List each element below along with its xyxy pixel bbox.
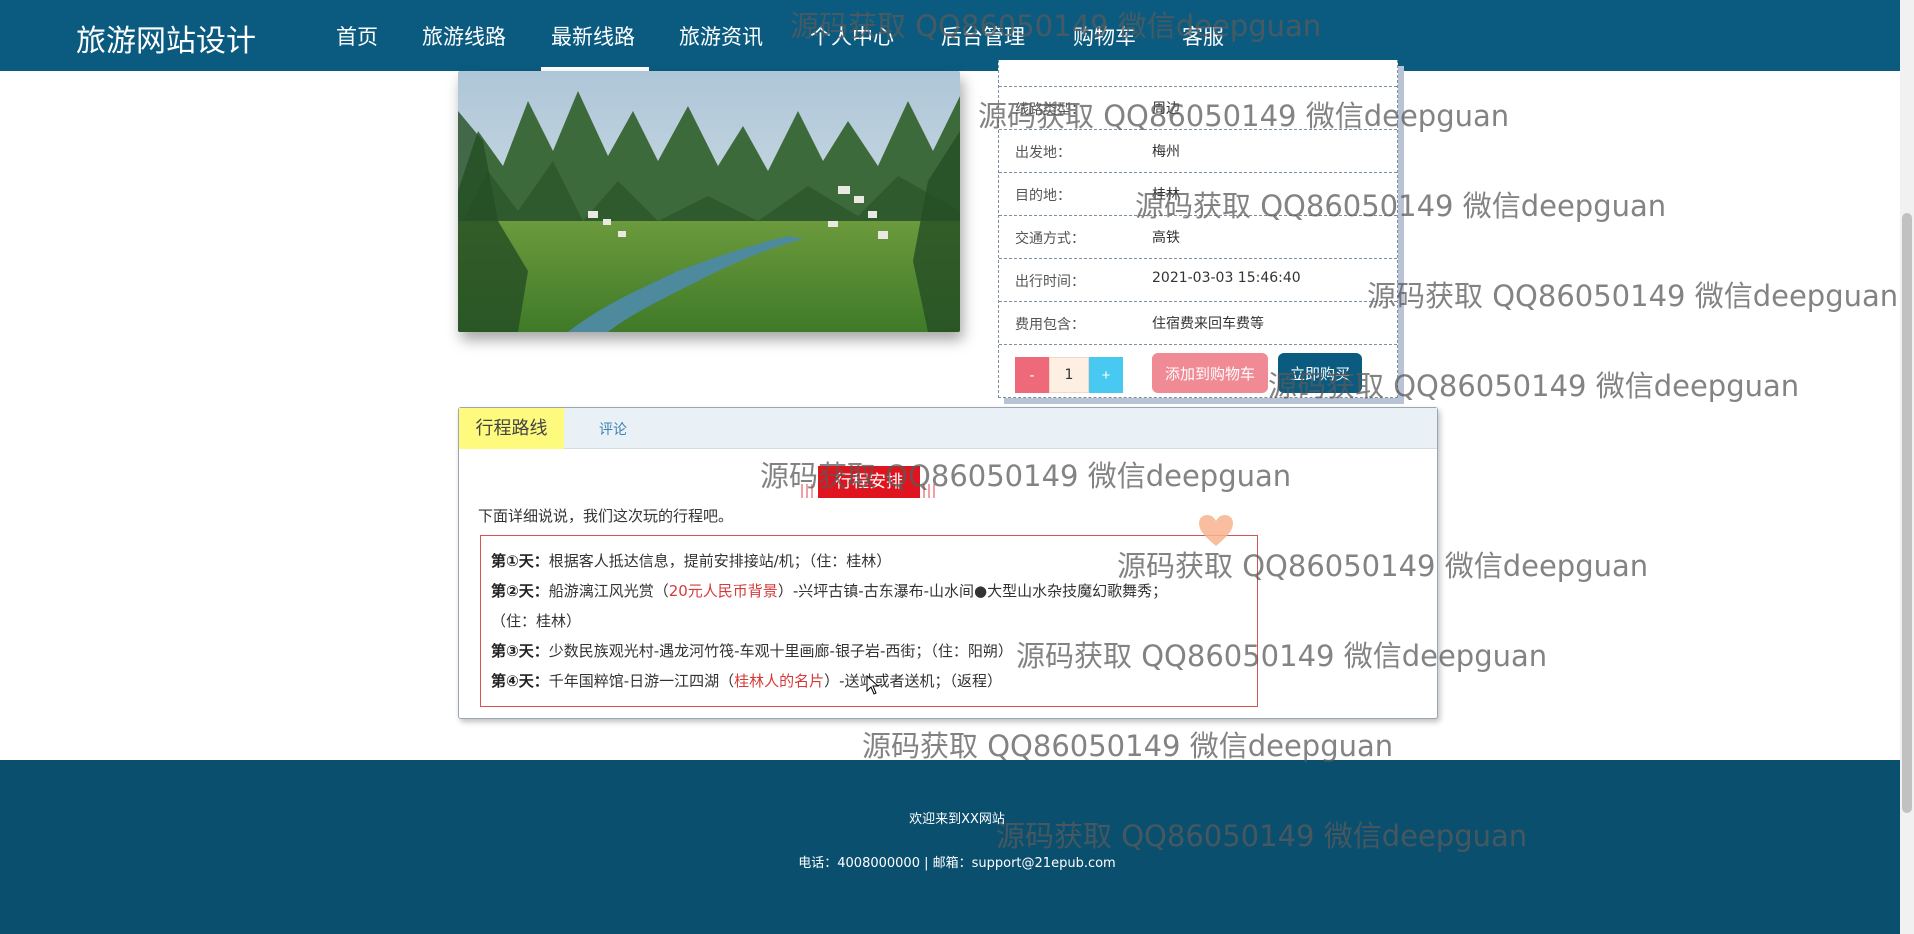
tab-route[interactable]: 行程路线 (459, 408, 564, 449)
info-value: 桂林 (1152, 187, 1180, 203)
info-value: 住宿费来回车费等 (1152, 316, 1264, 332)
itinerary-day-2-stay: （住：桂林） (491, 610, 581, 631)
buy-now-button[interactable]: 立即购买 (1278, 353, 1362, 393)
nav-home[interactable]: 首页 (336, 21, 378, 51)
info-row-fee: 费用包含： 住宿费来回车费等 (999, 301, 1397, 344)
nav-personal-center[interactable]: 个人中心 (810, 21, 894, 51)
info-row-type: 线路类型： 周边 (999, 86, 1397, 129)
day-text: 少数民族观光村-遇龙河竹筏-车观十里画廊-银子岩-西街；（住：阳朔） (548, 642, 1013, 660)
nav-cart[interactable]: 购物车 (1073, 21, 1136, 51)
watermark: 源码获取 QQ86050149 微信deepguan (862, 729, 1394, 763)
day-text: 船游漓江风光赏（ (548, 582, 669, 600)
day-label: 第②天： (491, 582, 549, 600)
quantity-decrease-button[interactable]: - (1015, 357, 1049, 393)
day-label: 第①天： (491, 552, 549, 570)
watermark: 源码获取 QQ86050149 微信deepguan (1367, 279, 1899, 313)
quantity-input[interactable] (1049, 357, 1089, 393)
footer: 欢迎来到XX网站 电话：4008000000 | 邮箱：support@21ep… (0, 760, 1900, 934)
purchase-row: - + 添加到购物车 立即购买 (999, 344, 1397, 397)
day-text: 根据客人抵达信息，提前安排接站/机；（住：桂林） (548, 552, 892, 570)
nav-latest-routes[interactable]: 最新线路 (551, 21, 635, 51)
info-row-destination: 目的地： 桂林 (999, 172, 1397, 215)
info-row-transport: 交通方式： 高铁 (999, 215, 1397, 258)
nav-travel-news[interactable]: 旅游资讯 (679, 21, 763, 51)
route-photo (458, 71, 960, 332)
add-to-cart-button[interactable]: 添加到购物车 (1152, 353, 1268, 393)
tab-bar: 行程路线 评论 (459, 408, 1437, 449)
itinerary-day-1: 第①天：根据客人抵达信息，提前安排接站/机；（住：桂林） (491, 550, 891, 571)
info-value: 梅州 (1152, 144, 1180, 160)
itinerary-day-2: 第②天：船游漓江风光赏（20元人民币背景）-兴坪古镇-古东瀑布-山水间●大型山水… (491, 580, 1167, 601)
info-value: 2021-03-03 15:46:40 (1152, 270, 1301, 286)
nav-admin[interactable]: 后台管理 (941, 21, 1025, 51)
day-text: ）-送站或者送机；（返程） (824, 672, 1003, 690)
quantity-increase-button[interactable]: + (1089, 357, 1123, 393)
title-decoration (801, 484, 815, 498)
info-value: 周边 (1152, 101, 1180, 117)
info-label: 目的地： (1015, 188, 1071, 204)
route-info-table: 线路类型： 周边 出发地： 梅州 目的地： 桂林 交通方式： 高铁 出行时间： … (998, 60, 1398, 398)
site-brand[interactable]: 旅游网站设计 (76, 16, 256, 60)
nav-customer-service[interactable]: 客服 (1182, 21, 1224, 51)
top-navbar: 旅游网站设计 首页 旅游线路 最新线路 旅游资讯 个人中心 后台管理 购物车 客… (0, 0, 1900, 71)
route-detail-panel: 行程路线 评论 行程安排 下面详细说说，我们这次玩的行程吧。 第①天：根据客人抵… (458, 407, 1438, 719)
itinerary-day-3: 第③天：少数民族观光村-遇龙河竹筏-车观十里画廊-银子岩-西街；（住：阳朔） (491, 640, 1013, 661)
vertical-scrollbar[interactable] (1900, 0, 1914, 934)
day-text: ）-兴坪古镇-古东瀑布-山水间●大型山水杂技魔幻歌舞秀； (777, 582, 1168, 600)
mouse-cursor-icon (866, 675, 880, 695)
title-decoration (923, 484, 937, 498)
info-value: 高铁 (1152, 230, 1180, 246)
footer-welcome: 欢迎来到XX网站 (909, 812, 1005, 827)
itinerary-day-4: 第④天：千年国粹馆-日游一江四湖（桂林人的名片）-送站或者送机；（返程） (491, 670, 1002, 691)
day-label: 第④天： (491, 672, 549, 690)
schedule-title: 行程安排 (818, 466, 920, 498)
info-label: 线路类型： (1015, 102, 1085, 118)
heart-icon (1199, 515, 1233, 546)
info-label: 费用包含： (1015, 317, 1085, 333)
scrollbar-thumb[interactable] (1902, 213, 1912, 813)
day-highlight: 桂林人的名片 (734, 672, 825, 690)
nav-routes[interactable]: 旅游线路 (422, 21, 506, 51)
day-text: 千年国粹馆-日游一江四湖（ (548, 672, 735, 690)
day-highlight: 20元人民币背景 (668, 582, 778, 600)
info-row-departure: 出发地： 梅州 (999, 129, 1397, 172)
day-text: （住：桂林） (491, 612, 582, 630)
tab-comment[interactable]: 评论 (599, 419, 627, 439)
info-label: 交通方式： (1015, 231, 1085, 247)
info-row-time: 出行时间： 2021-03-03 15:46:40 (999, 258, 1397, 301)
day-label: 第③天： (491, 642, 549, 660)
info-label: 出行时间： (1015, 274, 1085, 290)
info-label: 出发地： (1015, 145, 1071, 161)
footer-contact: 电话：4008000000 | 邮箱：support@21epub.com (798, 856, 1116, 871)
schedule-intro: 下面详细说说，我们这次玩的行程吧。 (478, 507, 734, 525)
